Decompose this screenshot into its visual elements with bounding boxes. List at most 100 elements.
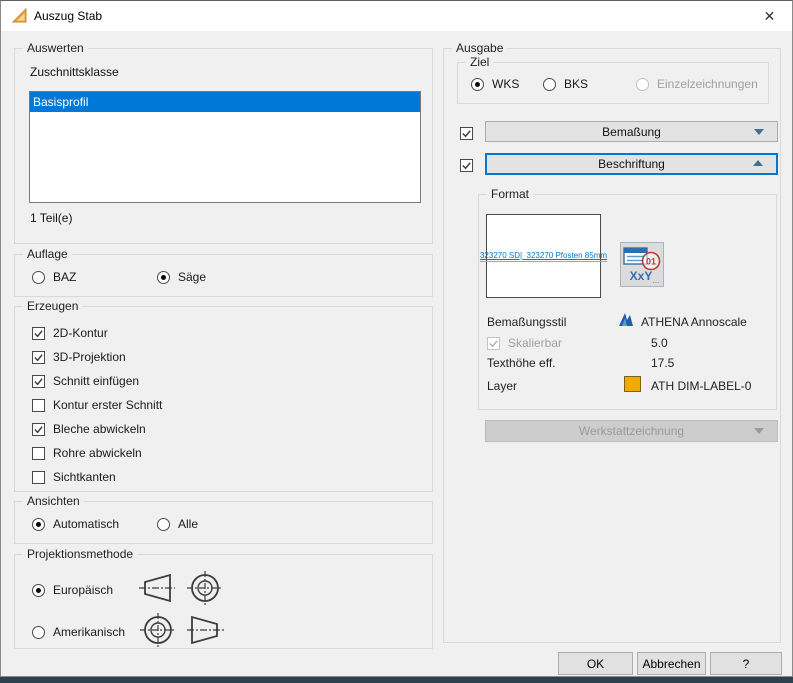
cancel-button-label: Abbrechen xyxy=(642,657,700,671)
checkbox-2d-kontur[interactable]: 2D-Kontur xyxy=(32,326,108,340)
group-ausgabe-title: Ausgabe xyxy=(452,41,507,55)
radio-bks[interactable]: BKS xyxy=(543,77,588,91)
checkbox-kontur-erster-schnitt-box xyxy=(32,399,45,412)
beschriftung-dropdown-button[interactable]: Beschriftung xyxy=(485,153,778,175)
radio-baz-label: BAZ xyxy=(53,270,76,284)
cancel-button[interactable]: Abbrechen xyxy=(637,652,706,675)
radio-automatisch[interactable]: Automatisch xyxy=(32,517,119,531)
zuschnittsklasse-listbox[interactable]: Basisprofil xyxy=(29,91,421,203)
radio-europaeisch-circle xyxy=(32,584,45,597)
bemassung-dropdown-label: Bemaßung xyxy=(602,125,661,139)
radio-bks-circle xyxy=(543,78,556,91)
chevron-down-icon-disabled xyxy=(754,428,764,434)
beschriftung-dropdown-label: Beschriftung xyxy=(598,157,665,171)
close-button[interactable]: ✕ xyxy=(747,1,792,31)
svg-text:XxY: XxY xyxy=(630,269,653,283)
werkstattzeichnung-label: Werkstattzeichnung xyxy=(579,424,684,438)
layer-value: ATH DIM-LABEL-0 xyxy=(651,379,751,393)
checkbox-bemassung-box xyxy=(460,127,473,140)
help-button-label: ? xyxy=(743,657,750,671)
checkbox-kontur-erster-schnitt[interactable]: Kontur erster Schnitt xyxy=(32,398,162,412)
radio-amerikanisch-circle xyxy=(32,626,45,639)
checkbox-rohre-abwickeln-box xyxy=(32,447,45,460)
radio-bks-label: BKS xyxy=(564,77,588,91)
layer-color-swatch[interactable] xyxy=(624,376,641,392)
label-format-icon: 01 XxY ... xyxy=(622,244,662,285)
chevron-up-icon xyxy=(753,160,763,166)
texthoehe-value: 17.5 xyxy=(651,356,674,370)
radio-saege[interactable]: Säge xyxy=(157,270,206,284)
group-format: Format 323270 SD|_323270 Pfosten 85mm 01… xyxy=(478,194,777,410)
checkbox-bemassung[interactable] xyxy=(460,126,473,140)
group-projektionsmethode: Projektionsmethode Europäisch Amerikanis… xyxy=(14,554,433,649)
group-ansichten-title: Ansichten xyxy=(23,494,84,508)
group-ansichten: Ansichten Automatisch Alle xyxy=(14,501,433,544)
bemassungsstil-label: Bemaßungsstil xyxy=(487,315,566,329)
radio-alle[interactable]: Alle xyxy=(157,517,198,531)
checkbox-bleche-abwickeln[interactable]: Bleche abwickeln xyxy=(32,422,146,436)
group-format-title: Format xyxy=(487,187,533,201)
group-projektionsmethode-title: Projektionsmethode xyxy=(23,547,137,561)
checkbox-skalierbar: Skalierbar xyxy=(487,336,562,350)
checkbox-rohre-abwickeln[interactable]: Rohre abwickeln xyxy=(32,446,142,460)
european-projection-icon xyxy=(137,571,241,605)
checkbox-rohre-abwickeln-label: Rohre abwickeln xyxy=(53,446,142,460)
svg-text:...: ... xyxy=(653,276,660,285)
group-ziel: Ziel WKS BKS Einzelzeichnungen xyxy=(457,62,769,104)
svg-text:01: 01 xyxy=(646,257,656,267)
texthoehe-label: Texthöhe eff. xyxy=(487,356,556,370)
radio-einzelzeichnungen-circle xyxy=(636,78,649,91)
radio-europaeisch[interactable]: Europäisch xyxy=(32,583,113,597)
checkbox-sichtkanten[interactable]: Sichtkanten xyxy=(32,470,116,484)
group-auswerten-title: Auswerten xyxy=(23,41,88,55)
group-auflage: Auflage BAZ Säge xyxy=(14,254,433,297)
checkbox-schnitt-einfuegen[interactable]: Schnitt einfügen xyxy=(32,374,139,388)
athena-logo-icon xyxy=(11,8,29,24)
chevron-down-icon xyxy=(754,129,764,135)
label-preview-text: 323270 SD|_323270 Pfosten 85mm xyxy=(480,251,607,262)
checkbox-2d-kontur-label: 2D-Kontur xyxy=(53,326,108,340)
label-format-button[interactable]: 01 XxY ... xyxy=(620,242,664,287)
radio-wks[interactable]: WKS xyxy=(471,77,519,91)
bemassung-dropdown-button[interactable]: Bemaßung xyxy=(485,121,778,142)
radio-saege-circle xyxy=(157,271,170,284)
checkbox-3d-projektion-label: 3D-Projektion xyxy=(53,350,126,364)
radio-amerikanisch[interactable]: Amerikanisch xyxy=(32,625,125,639)
checkbox-beschriftung-box xyxy=(460,159,473,172)
skalierbar-value: 5.0 xyxy=(651,336,668,350)
group-ziel-title: Ziel xyxy=(466,55,493,69)
checkbox-bleche-abwickeln-label: Bleche abwickeln xyxy=(53,422,146,436)
ok-button[interactable]: OK xyxy=(558,652,633,675)
screen: { "window": { "title": "Auszug Stab", "c… xyxy=(0,0,793,683)
checkbox-bleche-abwickeln-box xyxy=(32,423,45,436)
checkbox-skalierbar-box xyxy=(487,337,500,350)
skalierbar-label: Skalierbar xyxy=(508,336,562,350)
werkstattzeichnung-dropdown-button: Werkstattzeichnung xyxy=(485,420,778,442)
list-item-basisprofil[interactable]: Basisprofil xyxy=(30,92,420,112)
close-icon: ✕ xyxy=(764,8,776,25)
group-auflage-title: Auflage xyxy=(23,247,72,261)
title-bar: Auszug Stab ✕ xyxy=(1,1,792,31)
checkbox-sichtkanten-label: Sichtkanten xyxy=(53,470,116,484)
american-projection-icon xyxy=(137,613,241,647)
ok-button-label: OK xyxy=(587,657,604,671)
group-auswerten: Auswerten Zuschnittsklasse Basisprofil 1… xyxy=(14,48,433,244)
radio-baz-circle xyxy=(32,271,45,284)
radio-einzelzeichnungen: Einzelzeichnungen xyxy=(636,77,758,91)
radio-baz[interactable]: BAZ xyxy=(32,270,76,284)
radio-alle-label: Alle xyxy=(178,517,198,531)
checkbox-3d-projektion[interactable]: 3D-Projektion xyxy=(32,350,126,364)
radio-europaeisch-label: Europäisch xyxy=(53,583,113,597)
checkbox-schnitt-einfuegen-label: Schnitt einfügen xyxy=(53,374,139,388)
radio-wks-label: WKS xyxy=(492,77,519,91)
checkbox-beschriftung[interactable] xyxy=(460,158,473,172)
layer-label: Layer xyxy=(487,379,517,393)
checkbox-2d-kontur-box xyxy=(32,327,45,340)
radio-alle-circle xyxy=(157,518,170,531)
help-button[interactable]: ? xyxy=(710,652,782,675)
radio-wks-circle xyxy=(471,78,484,91)
radio-einzelzeichnungen-label: Einzelzeichnungen xyxy=(657,77,758,91)
radio-amerikanisch-label: Amerikanisch xyxy=(53,625,125,639)
teile-count-label: 1 Teil(e) xyxy=(30,211,72,225)
group-ausgabe: Ausgabe Ziel WKS BKS Einzelzeichnungen B… xyxy=(443,48,781,643)
